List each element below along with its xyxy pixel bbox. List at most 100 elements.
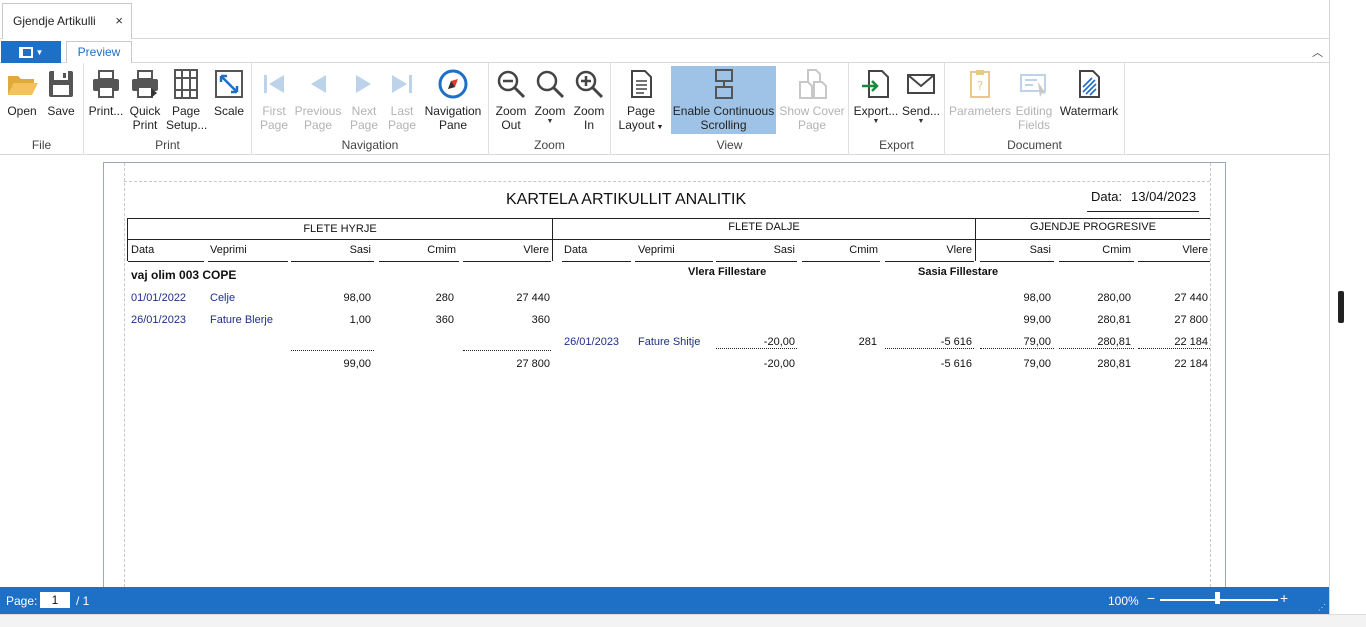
row1-in-date: 01/01/2022 <box>131 292 187 304</box>
page-number-input[interactable]: 1 <box>40 592 70 608</box>
zoom-slider-thumb[interactable] <box>1214 592 1220 604</box>
printer-icon <box>93 70 119 98</box>
previous-page-button[interactable]: Previous Page <box>294 66 342 136</box>
compass-icon <box>438 69 468 99</box>
col-header-out-value: Vlere <box>946 244 972 256</box>
chevron-down-icon: ▼ <box>35 47 44 57</box>
next-page-button[interactable]: Next Page <box>346 66 382 136</box>
editing-fields-button[interactable]: Editing Fields <box>1014 66 1054 136</box>
zoom-out-button[interactable]: Zoom Out <box>493 66 529 136</box>
page-layout-button[interactable]: Page Layout ▼ <box>615 66 667 136</box>
col-header-out-operation: Veprimi <box>638 244 675 256</box>
navigation-pane-label: Navigation <box>424 104 482 118</box>
ribbon-group-navigation: First Page Previous Page Next Page Last … <box>252 63 489 155</box>
cover-page-icon <box>799 69 827 99</box>
document-tab-title: Gjendje Artikulli <box>13 14 96 28</box>
col-header-out-qty: Sasi <box>773 244 795 256</box>
chevron-down-icon: ▼ <box>917 118 925 125</box>
col-header-in-price: Cmim <box>427 244 456 256</box>
total-stock-value: 22 184 <box>1174 358 1208 370</box>
row3-out-value: -5 616 <box>940 336 972 348</box>
col-underline <box>562 261 631 262</box>
next-page-label-2: Page <box>349 118 379 132</box>
page-margin-top <box>124 181 1210 182</box>
preview-area[interactable]: KARTELA ARTIKULLIT ANALITIK Data: 13/04/… <box>0 155 1329 587</box>
zoom-plus-icon[interactable]: + <box>1280 590 1288 606</box>
report-date-value: 13/04/2023 <box>1131 189 1197 204</box>
send-button[interactable]: Send... ▼ <box>901 66 941 136</box>
total-in-value: 27 800 <box>516 358 550 370</box>
continuous-scrolling-label-2: Scrolling <box>700 118 747 132</box>
row2-stock-qty: 99,00 <box>1023 314 1051 326</box>
section-header-divider <box>127 239 1210 240</box>
scale-icon <box>215 70 243 98</box>
watermark-icon <box>1079 70 1100 98</box>
last-page-button[interactable]: Last Page <box>384 66 420 136</box>
next-page-icon <box>356 75 371 93</box>
scrollbar-thumb[interactable] <box>1338 291 1344 323</box>
col-underline <box>635 261 713 262</box>
show-cover-page-label-2: Page <box>797 118 827 132</box>
zoom-out-icon <box>497 70 526 99</box>
col-underline <box>208 261 288 262</box>
tab-preview[interactable]: Preview <box>66 41 132 64</box>
ribbon: Open Save File Print... Quick Print Page <box>0 63 1329 155</box>
navigation-pane-button[interactable]: Navigation Pane <box>422 66 484 136</box>
application-menu-button[interactable]: ▼ <box>1 41 61 63</box>
document-tab[interactable]: Gjendje Artikulli × <box>2 3 132 39</box>
print-label: Print... <box>88 104 124 118</box>
close-icon[interactable]: × <box>115 13 123 28</box>
total-stock-price: 280,81 <box>1097 358 1131 370</box>
watermark-label: Watermark <box>1059 104 1119 118</box>
zoom-in-label-2: In <box>583 118 594 132</box>
watermark-button[interactable]: Watermark <box>1058 66 1120 136</box>
zoom-in-label: Zoom <box>573 104 605 118</box>
last-page-icon <box>392 75 412 93</box>
total-stock-qty: 79,00 <box>1023 358 1051 370</box>
enable-continuous-scrolling-button[interactable]: Enable Continuous Scrolling <box>671 66 776 134</box>
dotted-separator <box>1138 348 1210 349</box>
ribbon-group-export: Export... ▼ Send... ▼ Export <box>849 63 945 155</box>
resize-grip-icon[interactable]: ⋰ <box>1318 603 1327 612</box>
row3-stock-price: 280,81 <box>1097 336 1131 348</box>
show-cover-page-button[interactable]: Show Cover Page <box>779 66 845 136</box>
save-button[interactable]: Save <box>44 66 78 136</box>
row1-in-operation: Celje <box>210 292 236 304</box>
chevron-up-icon[interactable]: ︿ <box>1312 44 1323 60</box>
page-layout-label: Page <box>626 104 656 118</box>
previous-page-icon <box>311 75 326 93</box>
zoom-out-label-2: Out <box>501 118 521 132</box>
zoom-dropdown-button[interactable]: Zoom ▼ <box>532 66 568 136</box>
row1-stock-price: 280,00 <box>1097 292 1131 304</box>
page-setup-button[interactable]: Page Setup... <box>166 66 207 136</box>
scale-button[interactable]: Scale <box>210 66 248 136</box>
col-header-in-date: Data <box>131 244 155 256</box>
zoom-in-button[interactable]: Zoom In <box>571 66 607 136</box>
editing-fields-label-2: Fields <box>1017 118 1050 132</box>
quick-print-button[interactable]: Quick Print <box>126 66 164 136</box>
row1-stock-value: 27 440 <box>1174 292 1208 304</box>
col-header-out-price: Cmim <box>849 244 878 256</box>
first-page-button[interactable]: First Page <box>256 66 292 136</box>
col-underline <box>716 261 797 262</box>
parameters-button[interactable]: ? Parameters <box>948 66 1012 136</box>
ribbon-group-zoom: Zoom Out Zoom ▼ Zoom In Zoom <box>489 63 611 155</box>
zoom-minus-icon[interactable]: − <box>1147 590 1155 606</box>
row1-stock-qty: 98,00 <box>1023 292 1051 304</box>
page-setup-label: Page <box>171 104 201 118</box>
report-viewer-window: Gjendje Artikulli × ▼ Preview ︿ Open Sav… <box>0 0 1329 614</box>
page-total: / 1 <box>76 594 90 608</box>
print-button[interactable]: Print... <box>88 66 124 136</box>
open-button[interactable]: Open <box>4 66 40 136</box>
editing-fields-label: Editing <box>1015 104 1053 118</box>
group-label-export: Export <box>879 138 914 152</box>
continuous-scrolling-label: Enable Continuous <box>672 104 775 118</box>
row3-out-operation: Fature Shitje <box>638 336 701 348</box>
row3-stock-value: 22 184 <box>1174 336 1208 348</box>
first-page-label: First <box>262 104 286 118</box>
last-page-label-2: Page <box>387 118 417 132</box>
ribbon-group-document: ? Parameters Editing Fields Watermark Do… <box>945 63 1125 155</box>
export-button[interactable]: Export... ▼ <box>853 66 899 136</box>
row2-in-operation: Fature Blerje <box>210 314 273 326</box>
opening-qty-label: Sasia Fillestare <box>918 266 999 278</box>
